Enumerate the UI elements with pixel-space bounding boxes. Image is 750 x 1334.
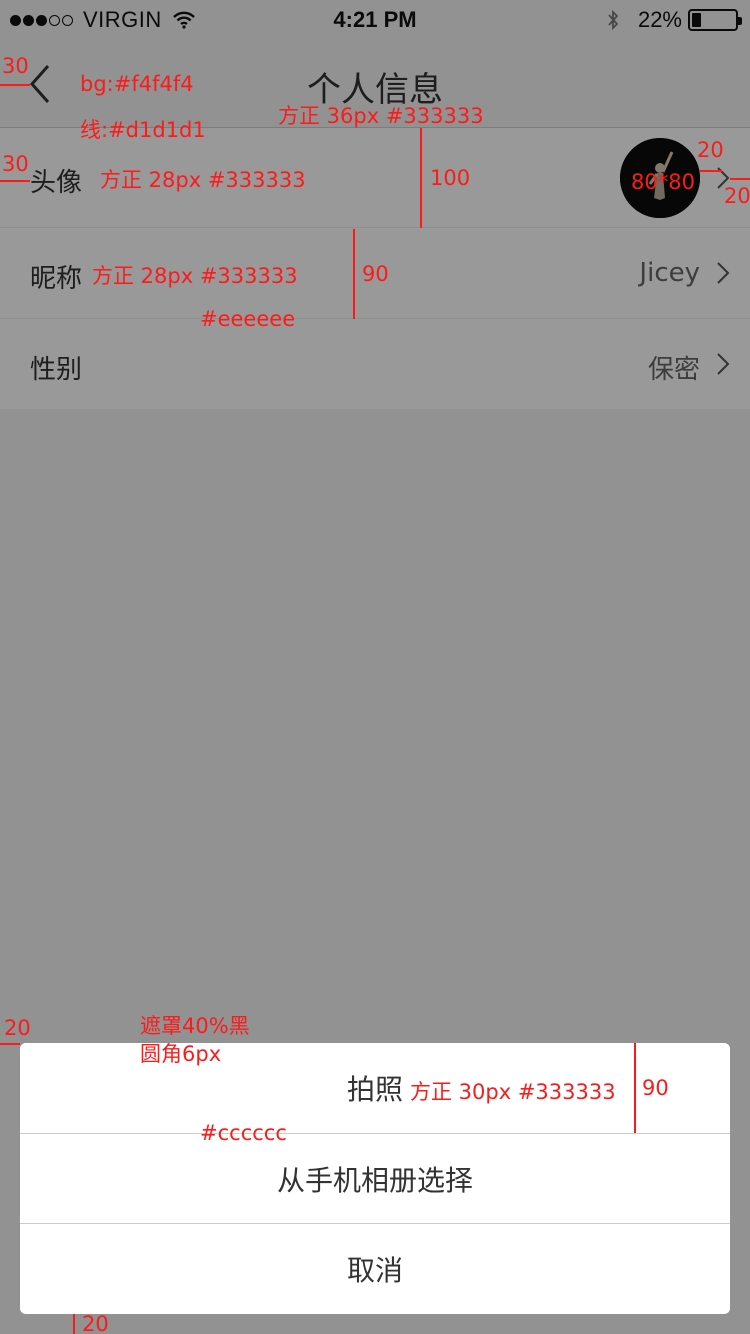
annotation-line: [0, 180, 30, 182]
choose-from-album-button[interactable]: 从手机相册选择: [20, 1133, 730, 1223]
annotation-line: [730, 178, 750, 180]
annotation-title-font: 方正 36px #333333: [278, 104, 484, 128]
annotation-sheet-row-height: 90: [642, 1076, 669, 1100]
annotation-line: [700, 170, 722, 172]
annotation-avatar-label-font: 方正 28px #333333: [100, 168, 306, 192]
annotation-line-color: 线:#d1d1d1: [80, 118, 206, 142]
action-sheet: 拍照 从手机相册选择 取消: [20, 1043, 730, 1314]
annotation-sheet-bottom: 20: [82, 1312, 109, 1334]
annotation-line: [420, 128, 422, 228]
annotation-mask: 遮罩40%黑: [140, 1014, 250, 1038]
annotation-avatar-margin: 30: [2, 152, 29, 176]
annotation-chevron-margin: 20: [724, 184, 750, 208]
annotation-avatar-gap: 20: [697, 138, 724, 162]
annotation-line: [73, 1314, 75, 1334]
annotation-line: [0, 1043, 20, 1045]
annotation-radius: 圆角6px: [140, 1042, 222, 1066]
annotation-line: [353, 229, 355, 319]
annotation-bg: bg:#f4f4f4: [80, 72, 194, 96]
annotation-row-line: #eeeeee: [200, 307, 296, 331]
annotation-sheet-font: 方正 30px #333333: [410, 1080, 616, 1104]
annotation-nickname-row-height: 90: [362, 262, 389, 286]
annotation-sheet-line: #cccccc: [200, 1121, 287, 1145]
annotation-sheet-margin: 20: [4, 1016, 31, 1040]
cancel-button[interactable]: 取消: [20, 1223, 730, 1313]
annotation-line: [0, 84, 30, 86]
take-photo-button[interactable]: 拍照: [20, 1043, 730, 1133]
annotation-avatar-row-height: 100: [430, 166, 471, 190]
annotation-avatar-size: 80*80: [631, 170, 695, 194]
annotation-line: [634, 1043, 636, 1133]
annotation-back-margin: 30: [2, 54, 29, 78]
annotation-nickname-font: 方正 28px #333333: [92, 264, 298, 288]
